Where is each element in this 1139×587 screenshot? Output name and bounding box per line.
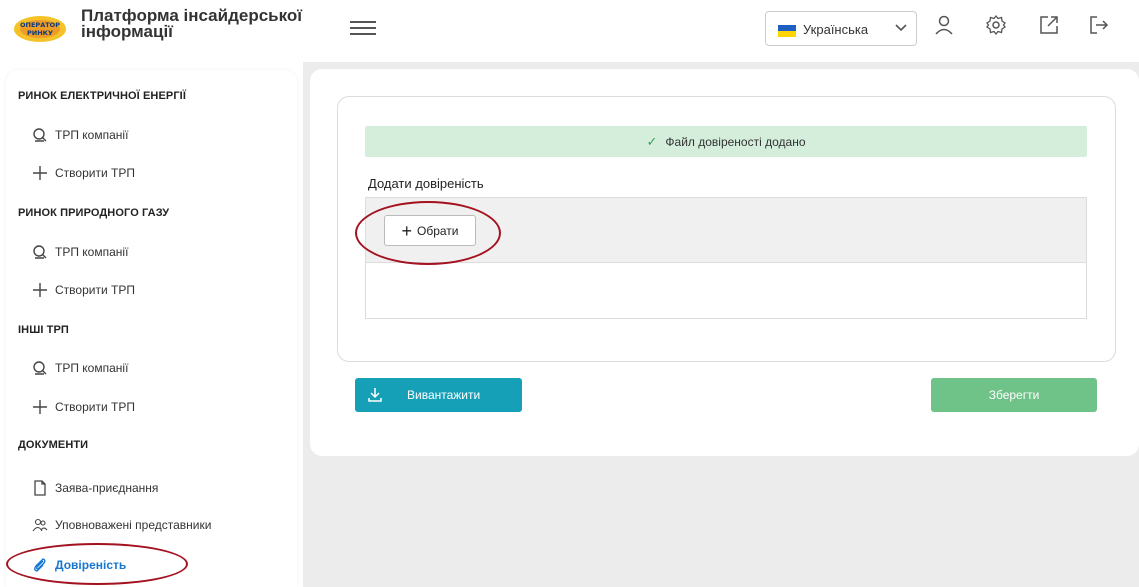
sidebar-item-label: ТРП компанії [55, 361, 129, 375]
svg-text:РИНКУ: РИНКУ [27, 29, 53, 37]
sidebar-item-label: Заява-приєднання [55, 481, 159, 495]
sidebar-item-electricity-companies[interactable]: ТРП компанії [32, 124, 128, 146]
sidebar-item-label: Уповноважені представники [55, 518, 212, 532]
save-button-label: Зберегти [988, 388, 1040, 402]
success-alert: ✓ Файл довіреності додано [365, 126, 1087, 157]
sidebar-item-label: Створити ТРП [55, 166, 135, 180]
search-icon [33, 361, 47, 375]
sidebar-item-power-of-attorney[interactable]: Довіреність [32, 554, 126, 576]
download-button[interactable]: Вивантажити [355, 378, 522, 412]
paperclip-icon [34, 558, 46, 572]
sidebar-item-label: Створити ТРП [55, 400, 135, 414]
download-icon [368, 388, 382, 402]
search-icon [33, 245, 47, 259]
choose-button-label: Обрати [417, 223, 459, 238]
app-header: ОПЕРАТОР РИНКУ Платформа інсайдерської і… [0, 0, 1139, 62]
language-label: Українська [803, 22, 869, 37]
sidebar-item-other-create[interactable]: Створити ТРП [32, 396, 135, 418]
sidebar-item-gas-create[interactable]: Створити ТРП [32, 279, 135, 301]
plus-icon: + [401, 220, 412, 241]
svg-text:ОПЕРАТОР: ОПЕРАТОР [20, 21, 60, 29]
sidebar-item-gas-companies[interactable]: ТРП компанії [32, 241, 128, 263]
choose-file-button[interactable]: + Обрати [384, 215, 476, 246]
plus-icon [33, 283, 47, 297]
operator-logo[interactable]: ОПЕРАТОР РИНКУ [12, 12, 68, 46]
ukraine-flag-icon [778, 25, 796, 37]
sidebar-section-gas: РИНОК ПРИРОДНОГО ГАЗУ [18, 207, 170, 219]
sidebar: РИНОК ЕЛЕКТРИЧНОЇ ЕНЕРГІЇ ТРП компанії С… [6, 70, 297, 587]
external-link-icon[interactable] [1038, 14, 1060, 36]
sidebar-item-other-companies[interactable]: ТРП компанії [32, 357, 128, 379]
check-icon: ✓ [646, 133, 658, 149]
download-button-label: Вивантажити [407, 388, 481, 402]
sidebar-section-other: ІНШІ ТРП [18, 324, 69, 336]
app-title: Платформа інсайдерської інформації [81, 6, 303, 41]
sidebar-item-label: ТРП компанії [55, 128, 129, 142]
chevron-down-icon [895, 24, 907, 32]
language-select[interactable]: Українська [765, 11, 917, 46]
save-button[interactable]: Зберегти [931, 378, 1097, 412]
gear-icon[interactable] [985, 14, 1007, 36]
sidebar-section-electricity: РИНОК ЕЛЕКТРИЧНОЇ ЕНЕРГІЇ [18, 90, 186, 102]
success-message: Файл довіреності додано [665, 134, 806, 149]
menu-toggle-icon[interactable] [350, 17, 376, 39]
sidebar-item-label: Довіреність [55, 558, 127, 572]
logout-icon[interactable] [1088, 14, 1110, 36]
sidebar-item-application[interactable]: Заява-приєднання [32, 477, 158, 499]
users-icon [32, 518, 48, 532]
sidebar-section-documents: ДОКУМЕНТИ [18, 439, 89, 451]
add-attorney-label: Додати довіреність [368, 176, 484, 191]
plus-icon [33, 166, 47, 180]
sidebar-item-label: ТРП компанії [55, 245, 129, 259]
sidebar-item-electricity-create[interactable]: Створити ТРП [32, 162, 135, 184]
search-icon [33, 128, 47, 142]
user-icon[interactable] [933, 14, 955, 36]
sidebar-item-label: Створити ТРП [55, 283, 135, 297]
plus-icon [33, 400, 47, 414]
document-icon [34, 480, 46, 496]
sidebar-item-representatives[interactable]: Уповноважені представники [32, 514, 211, 536]
